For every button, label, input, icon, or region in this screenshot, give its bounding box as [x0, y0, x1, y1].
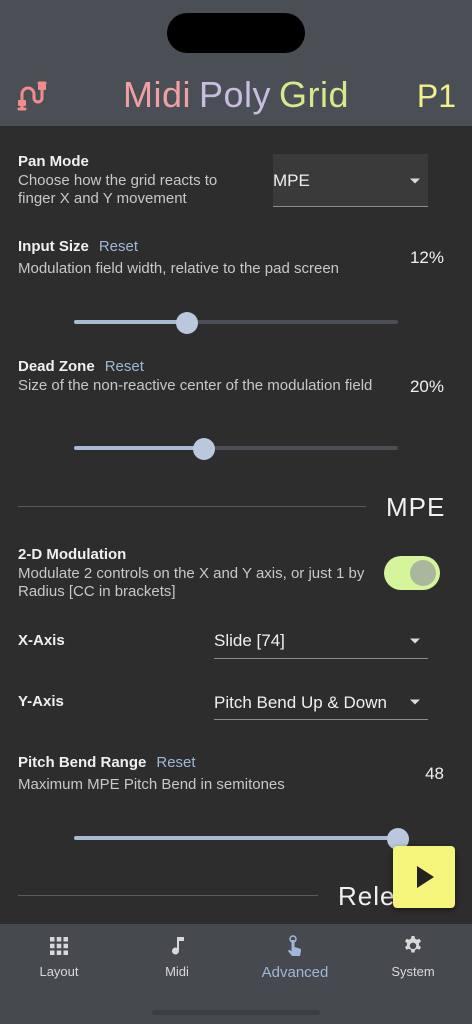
modulation-2d-label: 2-D Modulation	[18, 546, 127, 563]
pan-mode-value: MPE	[273, 171, 310, 190]
title-word-grid: Grid	[279, 74, 350, 115]
nav-label-layout: Layout	[39, 964, 79, 979]
pitch-bend-description: Maximum MPE Pitch Bend in semitones	[18, 776, 285, 793]
modulation-2d-toggle[interactable]	[384, 556, 440, 590]
chevron-down-icon	[410, 178, 420, 184]
gear-icon	[405, 936, 421, 953]
nav-tab-layout[interactable]: Layout	[0, 934, 118, 979]
slider-fill	[74, 836, 398, 840]
nav-tab-advanced[interactable]: Advanced	[236, 934, 354, 981]
slider-fill	[74, 320, 188, 324]
pan-mode-description: Choose how the grid reacts to finger X a…	[18, 172, 218, 207]
input-size-reset-button[interactable]: Reset	[99, 238, 138, 255]
touch-hand-icon	[288, 935, 302, 956]
dead-zone-label: Dead Zone Reset	[18, 358, 144, 375]
grid-icon	[50, 937, 68, 955]
title-word-midi: Midi	[122, 74, 191, 115]
camera-island	[167, 13, 305, 53]
pitch-bend-label-text: Pitch Bend Range	[18, 754, 147, 771]
y-axis-dropdown[interactable]: Pitch Bend Up & Down	[214, 683, 428, 720]
mpe-section-title: MPE	[386, 492, 446, 522]
modulation-2d-description: Modulate 2 controls on the X and Y axis,…	[18, 565, 365, 600]
dead-zone-slider[interactable]	[74, 438, 398, 460]
nav-tab-system[interactable]: System	[354, 934, 472, 979]
input-size-value: 12%	[409, 248, 444, 267]
input-size-label-text: Input Size	[18, 238, 89, 255]
x-axis-dropdown[interactable]: Slide [74]	[214, 622, 428, 659]
app-header: Midi Poly Grid P1	[0, 0, 472, 126]
pan-mode-label: Pan Mode	[18, 153, 89, 170]
pan-mode-dropdown[interactable]: MPE	[273, 154, 428, 207]
toggle-knob	[410, 560, 436, 586]
nav-label-midi: Midi	[165, 964, 189, 979]
pitch-bend-slider[interactable]	[74, 828, 409, 850]
play-icon	[417, 866, 434, 888]
title-word-poly: Poly	[198, 74, 272, 115]
bottom-navigation: Layout Midi Advanced System	[0, 924, 472, 1024]
input-size-slider[interactable]	[74, 312, 398, 334]
input-size-description: Modulation field width, relative to the …	[18, 260, 340, 277]
y-axis-label: Y-Axis	[18, 693, 64, 710]
section-divider	[18, 895, 318, 896]
pitch-bend-reset-button[interactable]: Reset	[156, 754, 195, 771]
chevron-down-icon	[410, 699, 420, 705]
y-axis-value: Pitch Bend Up & Down	[214, 693, 387, 712]
slider-thumb[interactable]	[192, 438, 215, 460]
home-indicator	[152, 1010, 320, 1015]
dead-zone-value: 20%	[409, 377, 444, 396]
section-divider	[18, 506, 366, 507]
dead-zone-reset-button[interactable]: Reset	[105, 358, 144, 375]
slider-fill	[74, 446, 204, 450]
app-title: Midi Poly Grid	[0, 74, 472, 116]
preset-indicator[interactable]: P1	[417, 78, 456, 115]
dead-zone-label-text: Dead Zone	[18, 358, 95, 375]
slider-thumb[interactable]	[176, 312, 199, 334]
music-note-icon	[172, 937, 184, 955]
chevron-down-icon	[410, 638, 420, 644]
nav-tab-midi[interactable]: Midi	[118, 934, 236, 979]
nav-label-advanced: Advanced	[261, 964, 329, 981]
dead-zone-description: Size of the non-reactive center of the m…	[18, 377, 373, 394]
input-size-label: Input Size Reset	[18, 238, 138, 255]
release-section-title: Rele	[338, 881, 396, 911]
x-axis-value: Slide [74]	[214, 631, 285, 650]
play-button[interactable]	[393, 846, 455, 908]
nav-label-system: System	[391, 964, 435, 979]
pitch-bend-value: 48	[425, 764, 444, 783]
pitch-bend-label: Pitch Bend Range Reset	[18, 754, 196, 771]
x-axis-label: X-Axis	[18, 632, 65, 649]
